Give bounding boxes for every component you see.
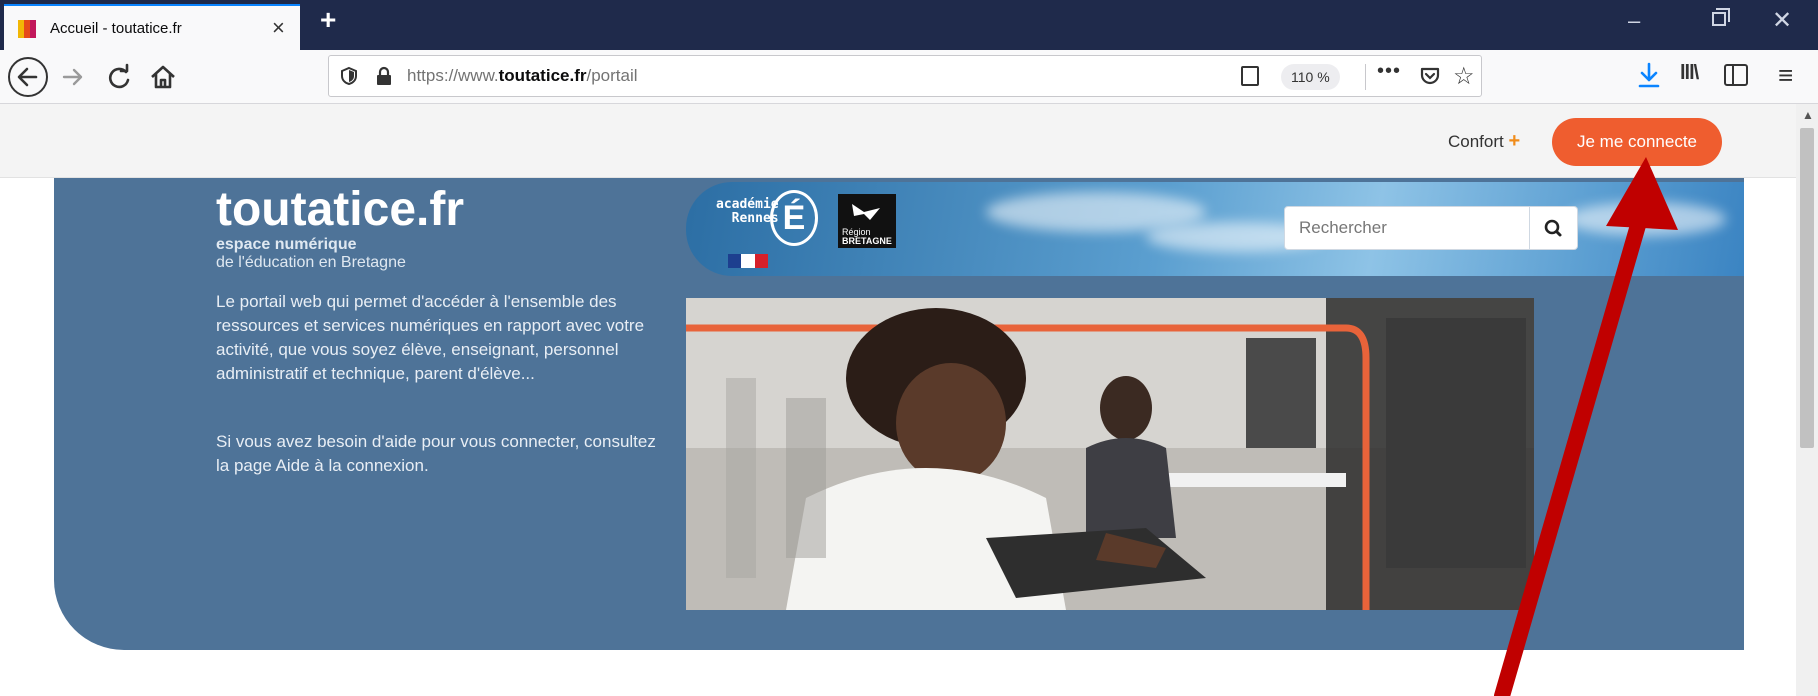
lock-icon[interactable] [375,66,393,86]
confort-label: Confort [1448,132,1504,151]
back-button[interactable] [8,57,48,97]
url-prefix: https://www. [407,66,499,85]
new-tab-button[interactable]: + [320,4,336,36]
search-button[interactable] [1530,206,1578,250]
library-icon[interactable]: lll\ [1680,62,1699,85]
url-domain: toutatice.fr [498,66,587,85]
help-text: Si vous avez besoin d'aide pour vous con… [216,432,656,475]
url-path: /portail [586,66,638,85]
arrow-left-icon [17,67,38,87]
academie-emblem-icon: É [770,190,818,246]
tagline-line1: espace numérique [216,236,357,253]
search-input[interactable] [1284,206,1530,250]
window-minimize-button[interactable]: – [1628,8,1640,34]
download-icon[interactable] [1636,60,1662,94]
partners-banner: académie Rennes É Région BRETAGNE [686,182,1744,276]
hero-photo [686,298,1534,610]
reload-button[interactable] [102,60,136,94]
sidebar-icon[interactable] [1724,64,1748,86]
intro-text: Le portail web qui permet d'accéder à l'… [216,292,645,383]
site-logo[interactable]: toutatice.fr [216,182,464,237]
zoom-level-badge[interactable]: 110 % [1281,64,1340,90]
tab-bar: Accueil - toutatice.fr × + – ✕ [0,0,1818,50]
page-viewport: Confort + Je me connecte toutatice.fr es… [0,104,1796,696]
site-favicon-icon [18,20,36,38]
star-icon[interactable]: ☆ [1453,62,1475,91]
hermine-bird-icon [852,204,880,220]
url-bar[interactable]: https://www.toutatice.fr/portail 110 % •… [328,55,1482,97]
academie-line1: académie [716,197,779,212]
confort-link[interactable]: Confort + [1448,130,1520,153]
browser-window: Accueil - toutatice.fr × + – ✕ https://w… [0,0,1818,696]
home-icon [151,65,175,89]
hamburger-icon[interactable]: ≡ [1778,60,1793,91]
url-text[interactable]: https://www.toutatice.fr/portail [407,66,638,86]
tab-title: Accueil - toutatice.fr [50,20,182,37]
scrollbar-thumb[interactable] [1800,128,1814,448]
french-flag-icon [728,254,768,268]
navigation-toolbar: https://www.toutatice.fr/portail 110 % •… [0,50,1818,104]
scroll-up-arrow-icon[interactable]: ▲ [1802,108,1814,122]
tab-close-icon[interactable]: × [272,15,285,41]
reload-icon [108,63,130,89]
arrow-right-icon [62,68,83,86]
classroom-photo-illustration [686,298,1534,610]
url-separator [1365,64,1366,90]
home-button[interactable] [146,60,180,94]
search-icon [1544,219,1562,237]
pocket-icon[interactable] [1419,65,1441,87]
region-bretagne-logo: Région BRETAGNE [838,194,896,248]
window-close-button[interactable]: ✕ [1772,6,1792,35]
academie-rennes-logo: académie Rennes [716,198,779,226]
window-restore-button[interactable] [1712,8,1730,26]
vertical-scrollbar[interactable]: ▲ [1796,104,1818,696]
login-button[interactable]: Je me connecte [1552,118,1722,166]
reader-view-icon[interactable] [1241,66,1259,86]
page-top-bar: Confort + Je me connecte [0,104,1796,178]
plus-icon: + [1508,130,1521,152]
tracking-shield-icon[interactable] [339,66,359,86]
hero-section: toutatice.fr espace numérique de l'éduca… [54,178,1744,650]
region-line2: BRETAGNE [842,236,892,246]
tab-accueil[interactable]: Accueil - toutatice.fr × [4,4,300,50]
forward-button[interactable] [56,60,90,94]
page-actions-menu-icon[interactable]: ••• [1377,60,1401,83]
tagline-line2: de l'éducation en Bretagne [216,254,406,271]
